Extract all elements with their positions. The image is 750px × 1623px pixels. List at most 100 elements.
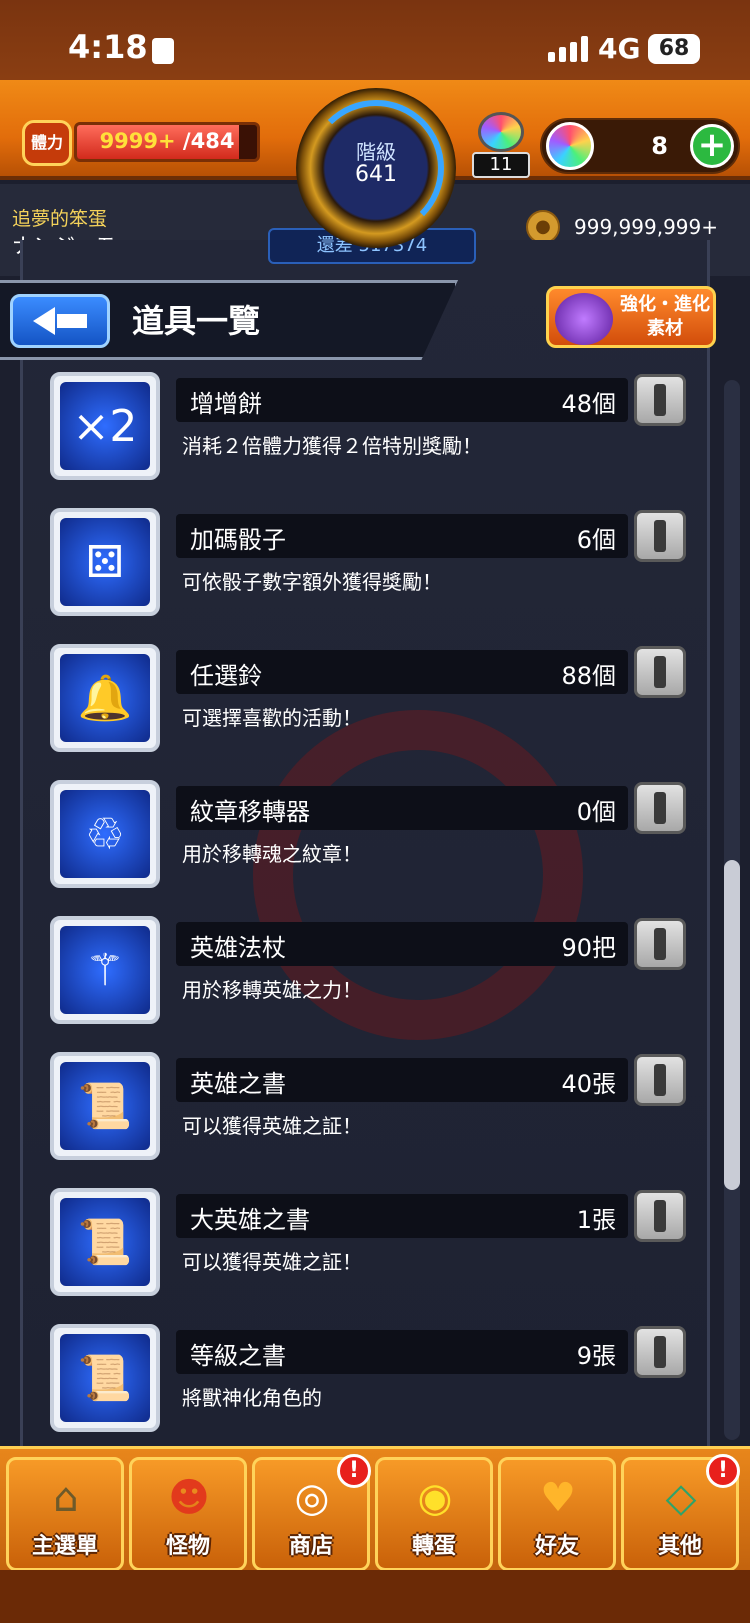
orb-bag-count: 11 — [472, 152, 530, 178]
item-list[interactable]: ×2 增增餅 48個消耗２倍體力獲得２倍特別獎勵！ ⚄ 加碼骰子 6個可依骰子數字額外獲得… — [0, 240, 750, 1460]
item-icon-frame[interactable]: 📜 — [50, 1052, 160, 1160]
item-info-button[interactable] — [634, 510, 686, 562]
item-info-button[interactable] — [634, 1190, 686, 1242]
item-quantity: 90把 — [561, 934, 616, 962]
item-quantity: 1張 — [576, 1206, 616, 1234]
materials-icon — [555, 293, 613, 345]
item-icon: ⚚ — [60, 926, 150, 1014]
nav-item[interactable]: ☻ 怪物 — [129, 1457, 247, 1571]
nav-label: 其他 — [657, 1534, 702, 1559]
orb-count: 8 — [651, 132, 668, 160]
nav-label: 好友 — [534, 1534, 579, 1559]
rank-gauge[interactable]: 階級 641 — [296, 88, 456, 248]
item-name-bar: 大英雄之書 1張 — [176, 1194, 628, 1238]
nav-icon: ◎ — [294, 1475, 330, 1521]
item-description: 可以獲得英雄之証！ — [182, 1250, 362, 1274]
item-row[interactable]: ⚚ 英雄法杖 90把用於移轉英雄之力！ — [50, 916, 690, 1036]
item-row[interactable]: 📜 英雄之書 40張可以獲得英雄之証！ — [50, 1052, 690, 1172]
orb-icon — [546, 122, 594, 170]
nav-item[interactable]: ⌂ 主選單 — [6, 1457, 124, 1571]
item-row[interactable]: ⚄ 加碼骰子 6個可依骰子數字額外獲得獎勵！ — [50, 508, 690, 628]
stamina-max: /484 — [182, 129, 235, 153]
page-header: 道具一覽 — [0, 280, 462, 360]
item-info-button[interactable] — [634, 918, 686, 970]
item-icon-frame[interactable]: ×2 — [50, 372, 160, 480]
item-quantity: 9張 — [576, 1342, 616, 1370]
item-description: 用於移轉英雄之力！ — [182, 978, 362, 1002]
item-info-button[interactable] — [634, 646, 686, 698]
item-name: 等級之書 — [190, 1342, 286, 1370]
add-orb-button[interactable]: + — [690, 124, 734, 168]
info-icon — [654, 384, 666, 416]
info-icon — [654, 1336, 666, 1368]
item-icon: 📜 — [60, 1334, 150, 1422]
item-description: 可以獲得英雄之証！ — [182, 1114, 362, 1138]
item-icon-frame[interactable]: ⚚ — [50, 916, 160, 1024]
stamina-current: 9999+ — [99, 129, 176, 153]
evolution-materials-button[interactable]: 強化・進化素材 — [546, 286, 716, 348]
nav-label: 轉蛋 — [411, 1534, 456, 1559]
item-icon: ×2 — [60, 382, 150, 470]
item-quantity: 40張 — [561, 1070, 616, 1098]
status-bar: 4:18 4G 68 — [0, 0, 750, 80]
orb-bag-icon — [478, 112, 524, 152]
item-icon-frame[interactable]: 🔔 — [50, 644, 160, 752]
scrollbar-thumb[interactable] — [724, 860, 740, 1190]
orb-panel: 8 + — [540, 118, 740, 174]
item-icon-frame[interactable]: 📜 — [50, 1324, 160, 1432]
item-name: 任選鈴 — [190, 662, 262, 690]
item-row[interactable]: 📜 大英雄之書 1張可以獲得英雄之証！ — [50, 1188, 690, 1308]
item-quantity: 48個 — [561, 390, 616, 418]
item-description: 用於移轉魂之紋章！ — [182, 842, 362, 866]
notification-badge: ! — [706, 1454, 740, 1488]
item-name: 紋章移轉器 — [190, 798, 310, 826]
stamina-bar[interactable]: 9999+ /484 — [74, 122, 260, 162]
item-icon: 📜 — [60, 1062, 150, 1150]
item-quantity: 6個 — [576, 526, 616, 554]
notification-badge: ! — [337, 1454, 371, 1488]
battery-icon: 68 — [648, 34, 700, 64]
gold-coin-icon: ● — [526, 210, 560, 244]
item-icon-frame[interactable]: 📜 — [50, 1188, 160, 1296]
item-name-bar: 英雄法杖 90把 — [176, 922, 628, 966]
item-info-button[interactable] — [634, 1326, 686, 1378]
item-name-bar: 紋章移轉器 0個 — [176, 786, 628, 830]
item-info-button[interactable] — [634, 1054, 686, 1106]
rank-value: 641 — [355, 162, 397, 187]
item-row[interactable]: ♲ 紋章移轉器 0個用於移轉魂之紋章！ — [50, 780, 690, 900]
item-icon: 📜 — [60, 1198, 150, 1286]
network-label: 4G — [598, 32, 641, 65]
item-description: 消耗２倍體力獲得２倍特別獎勵！ — [182, 434, 482, 458]
item-icon: ⚄ — [60, 518, 150, 606]
rank-label: 階級 — [356, 140, 396, 164]
item-row[interactable]: 🔔 任選鈴 88個 可選擇喜歡的活動！ — [50, 644, 690, 764]
nav-item[interactable]: ◉ 轉蛋 — [375, 1457, 493, 1571]
item-name-bar: 英雄之書 40張 — [176, 1058, 628, 1102]
item-icon-frame[interactable]: ⚄ — [50, 508, 160, 616]
home-indicator — [0, 1570, 750, 1623]
back-arrow-icon — [33, 307, 55, 335]
orb-bag-button[interactable]: 11 — [468, 112, 534, 178]
item-info-button[interactable] — [634, 374, 686, 426]
item-name: 大英雄之書 — [190, 1206, 310, 1234]
nav-item[interactable]: ◇ 其他! — [621, 1454, 740, 1571]
item-name: 加碼骰子 — [190, 526, 286, 554]
item-icon: ♲ — [60, 790, 150, 878]
nav-icon: ◉ — [417, 1475, 453, 1521]
nav-icon: ◇ — [665, 1475, 697, 1521]
item-icon-frame[interactable]: ♲ — [50, 780, 160, 888]
nav-item[interactable]: ◎ 商店! — [252, 1454, 371, 1571]
item-description: 可依骰子數字額外獲得獎勵！ — [182, 570, 442, 594]
item-name: 增增餅 — [190, 390, 262, 418]
nav-label: 商店 — [288, 1534, 333, 1559]
nav-label: 主選單 — [31, 1534, 98, 1559]
back-button[interactable] — [10, 294, 110, 348]
item-description: 可選擇喜歡的活動！ — [182, 706, 362, 730]
player-title: 追夢的笨蛋 — [12, 208, 108, 230]
item-info-button[interactable] — [634, 782, 686, 834]
item-row[interactable]: 📜 等級之書 9張 將獸神化角色的 — [50, 1324, 690, 1444]
nav-item[interactable]: ♥ 好友 — [498, 1457, 616, 1571]
item-row[interactable]: ×2 增增餅 48個消耗２倍體力獲得２倍特別獎勵！ — [50, 372, 690, 492]
info-icon — [654, 792, 666, 824]
info-icon — [654, 1064, 666, 1096]
